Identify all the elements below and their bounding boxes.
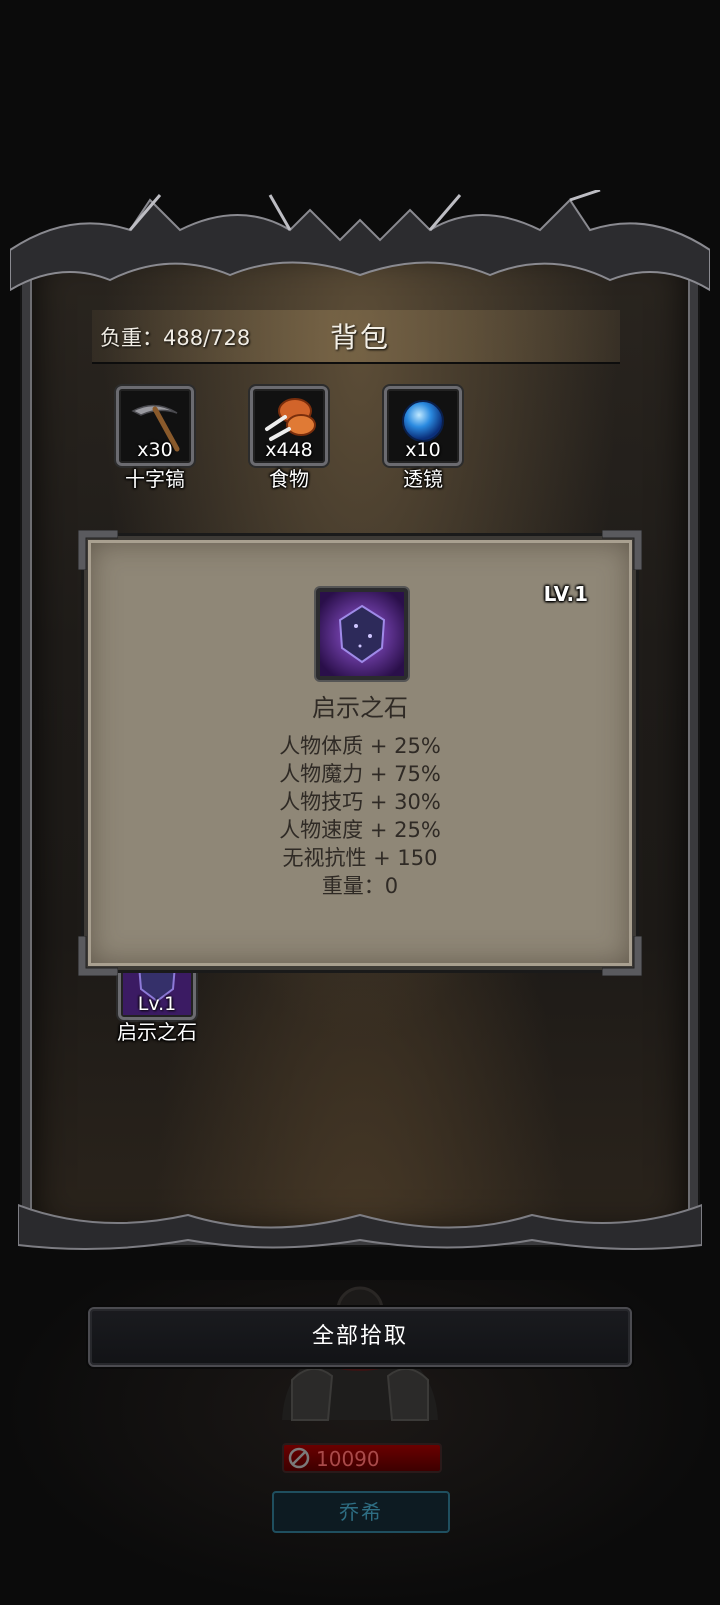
panel-corner-ornament [602, 530, 642, 570]
inventory-item-name: 启示之石 [117, 1020, 197, 1044]
panel-corner-ornament [602, 936, 642, 976]
character-name[interactable]: 乔希 [272, 1491, 450, 1533]
item-stat: 人物速度 + 25% [279, 818, 441, 842]
resource-slot-lens[interactable]: x10 [384, 386, 462, 466]
no-entry-icon [288, 1447, 310, 1469]
inventory-item-level: Lv.1 [137, 993, 177, 1015]
resource-name: 透镜 [403, 467, 443, 491]
resource-name: 十字镐 [125, 467, 185, 491]
hp-value: 10090 [316, 1447, 380, 1471]
item-stat: 无视抗性 + 150 [282, 846, 438, 870]
resource-count: x30 [137, 439, 173, 461]
resource-name: 食物 [269, 467, 309, 491]
item-name: 启示之石 [312, 694, 408, 722]
panel-corner-ornament [78, 936, 118, 976]
hp-bar: 10090 [282, 1443, 442, 1473]
item-stat: 人物体质 + 25% [279, 734, 441, 758]
resource-slot-pickaxe[interactable]: x30 [116, 386, 194, 466]
revelation-stone-icon [320, 592, 404, 676]
resource-count: x10 [405, 439, 441, 461]
frame-ornament-top [10, 190, 710, 292]
pickup-all-button[interactable]: 全部拾取 [88, 1307, 632, 1367]
resource-slot-food[interactable]: x448 [250, 386, 328, 466]
item-weight: 重量：0 [321, 874, 399, 898]
item-stat: 人物技巧 + 30% [279, 790, 441, 814]
resource-count: x448 [265, 439, 313, 461]
frame-ornament-bottom [18, 1203, 702, 1250]
panel-corner-ornament [78, 530, 118, 570]
item-detail-panel: LV.1 启示之石 人物体质 + 25% 人物魔力 + 75% 人物技巧 + 3… [78, 530, 642, 976]
page-title: 背包 [329, 321, 390, 354]
item-level-tag: LV.1 [543, 582, 588, 606]
item-stat: 人物魔力 + 75% [279, 762, 441, 786]
item-icon-frame [316, 588, 408, 680]
